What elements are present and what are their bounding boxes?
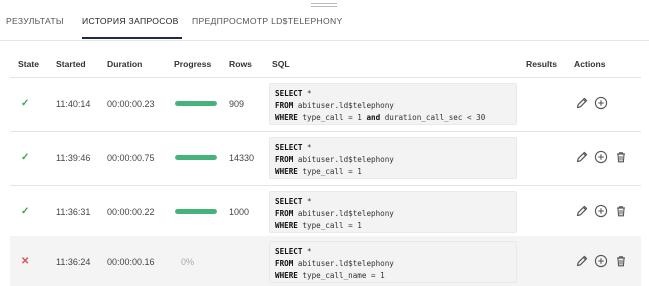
sql-keyword: FROM (275, 155, 294, 164)
add-query-button[interactable] (594, 96, 608, 110)
sql-text: abituser.ld$telephony (293, 155, 394, 164)
started-time: 11:40:14 (56, 99, 91, 109)
sql-keyword: WHERE (275, 113, 298, 122)
sql-text: abituser.ld$telephony (293, 259, 394, 268)
edit-query-button[interactable] (575, 150, 589, 164)
progress-bar (175, 101, 217, 106)
sql-text: * (302, 197, 312, 206)
delete-query-button[interactable] (614, 254, 628, 268)
sql-keyword: FROM (275, 101, 294, 110)
started-time: 11:36:24 (56, 257, 91, 267)
sql-text: abituser.ld$telephony (293, 101, 394, 110)
sql-keyword: WHERE (275, 271, 298, 280)
sql-keyword: WHERE (275, 221, 298, 230)
sql-text: type_call = 1 (297, 167, 362, 176)
sql-text: abituser.ld$telephony (293, 209, 394, 218)
trash-icon (614, 150, 628, 164)
header-started[interactable]: Started (56, 59, 86, 69)
duration: 00:00:00.75 (107, 153, 155, 163)
tab-preview-ld-telephony[interactable]: ПРЕДПРОСМОТР LD$TELEPHONY (192, 16, 343, 26)
sql-keyword: WHERE (275, 167, 298, 176)
progress-text: 0% (181, 257, 195, 267)
add-query-button[interactable] (594, 204, 608, 218)
sql-keyword: SELECT (275, 247, 303, 256)
sql-text: type_call_name = 1 (297, 271, 385, 280)
sql-keyword: SELECT (275, 197, 303, 206)
sql-query-block[interactable]: SELECT * FROM abituser.ld$telephony WHERE … (269, 137, 517, 179)
sql-text: duration_call_sec < 30 (380, 113, 486, 122)
header-results[interactable]: Results (526, 59, 557, 69)
error-x-icon: ✕ (21, 256, 30, 267)
pencil-icon (575, 254, 589, 268)
pencil-icon (575, 204, 589, 218)
active-tab-indicator (82, 37, 182, 39)
header-state[interactable]: State (18, 59, 39, 69)
tab-bar: РЕЗУЛЬТАТЫ ИСТОРИЯ ЗАПРОСОВ ПРЕДПРОСМОТР… (0, 0, 649, 41)
success-check-icon: ✓ (21, 152, 30, 163)
header-rows[interactable]: Rows (229, 59, 252, 69)
sql-query-block[interactable]: SELECT * FROM abituser.ld$telephony WHERE … (269, 191, 517, 233)
sql-keyword: and (366, 113, 381, 122)
edit-query-button[interactable] (575, 254, 589, 268)
delete-query-button[interactable] (614, 204, 628, 218)
progress-fill (175, 101, 217, 106)
progress-fill (175, 209, 217, 214)
started-time: 11:39:46 (56, 153, 91, 163)
row-count: 1000 (229, 207, 250, 217)
row-count: 909 (229, 99, 245, 109)
pencil-icon (575, 150, 589, 164)
plus-circle-icon (594, 254, 608, 268)
plus-circle-icon (594, 96, 608, 110)
sql-keyword: FROM (275, 259, 294, 268)
sql-query-block[interactable]: SELECT * FROM abituser.ld$telephony WHERE … (269, 241, 517, 283)
duration: 00:00:00.23 (107, 99, 155, 109)
edit-query-button[interactable] (575, 204, 589, 218)
plus-circle-icon (594, 150, 608, 164)
started-time: 11:36:31 (56, 207, 91, 217)
duration: 00:00:00.16 (107, 257, 155, 267)
trash-icon (614, 204, 628, 218)
sql-query-block[interactable]: SELECT * FROM abituser.ld$telephony WHERE … (269, 83, 517, 125)
trash-icon (614, 254, 628, 268)
header-actions: Actions (574, 59, 606, 69)
header-sql[interactable]: SQL (272, 59, 290, 69)
edit-query-button[interactable] (575, 96, 589, 110)
tab-results[interactable]: РЕЗУЛЬТАТЫ (6, 16, 64, 26)
progress-bar (175, 155, 217, 160)
row-count: 14330 (229, 153, 255, 163)
progress-fill (175, 155, 217, 160)
header-progress[interactable]: Progress (174, 59, 211, 69)
success-check-icon: ✓ (21, 98, 30, 109)
tab-query-history[interactable]: ИСТОРИЯ ЗАПРОСОВ (82, 16, 179, 26)
header-duration[interactable]: Duration (107, 59, 142, 69)
sql-text: type_call = 1 (297, 113, 367, 122)
sql-text: * (302, 143, 312, 152)
sql-keyword: FROM (275, 209, 294, 218)
sql-keyword: SELECT (275, 143, 303, 152)
progress-bar (175, 209, 217, 214)
sql-text: * (302, 247, 312, 256)
success-check-icon: ✓ (21, 206, 30, 217)
add-query-button[interactable] (594, 150, 608, 164)
sql-text: * (302, 89, 312, 98)
pencil-icon (575, 96, 589, 110)
plus-circle-icon (594, 204, 608, 218)
duration: 00:00:00.22 (107, 207, 155, 217)
add-query-button[interactable] (594, 254, 608, 268)
delete-query-button[interactable] (614, 150, 628, 164)
sql-keyword: SELECT (275, 89, 303, 98)
sql-text: type_call = 1 (297, 221, 362, 230)
